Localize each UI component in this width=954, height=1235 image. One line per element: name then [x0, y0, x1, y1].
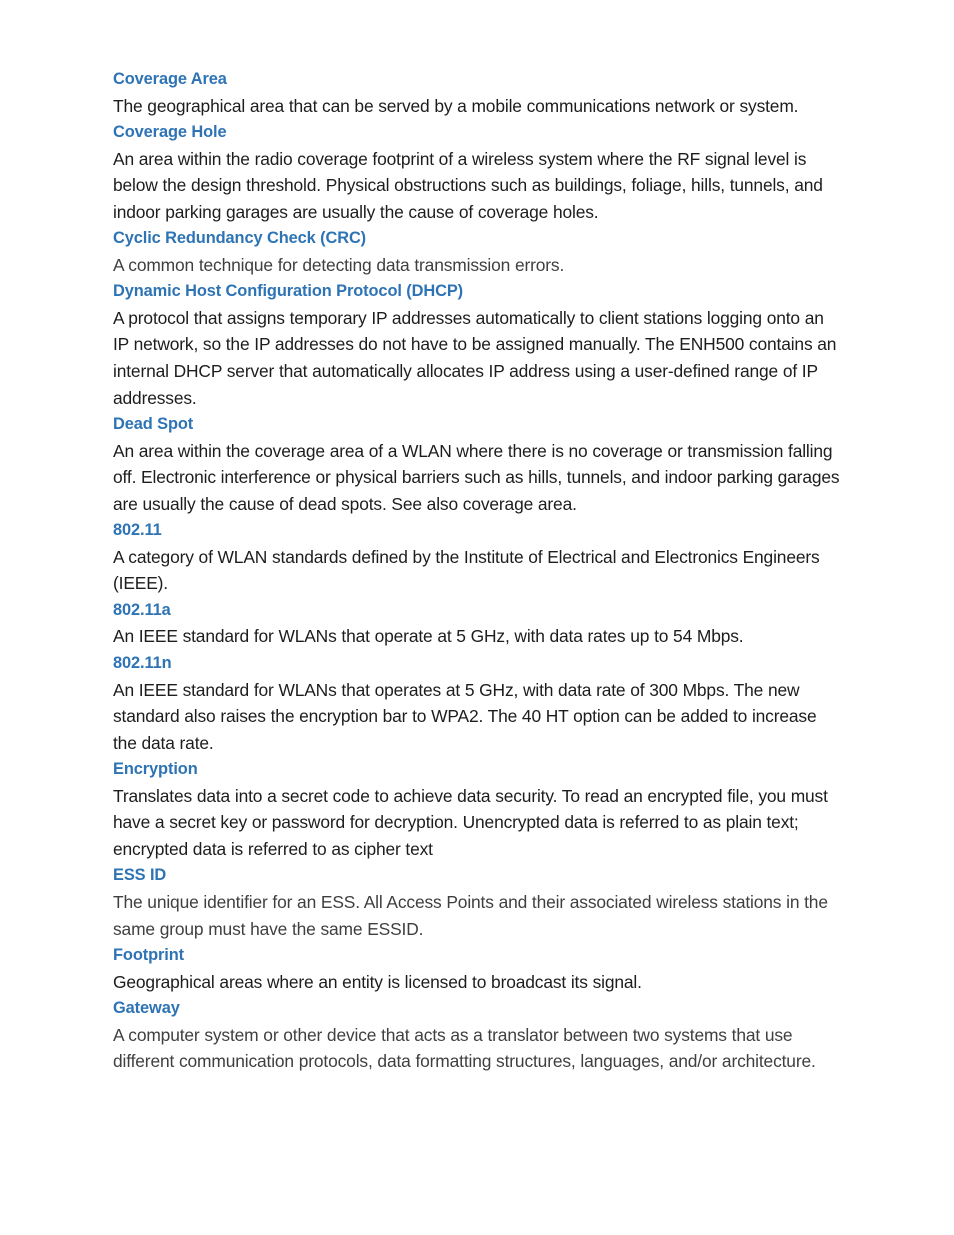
- glossary-list: Coverage Area The geographical area that…: [113, 66, 842, 1075]
- glossary-definition: Translates data into a secret code to ac…: [113, 785, 828, 859]
- glossary-definition: An IEEE standard for WLANs that operates…: [113, 679, 817, 753]
- glossary-term: ESS ID: [113, 866, 167, 885]
- glossary-term: 802.11n: [113, 654, 172, 673]
- glossary-definition: An area within the coverage area of a WL…: [113, 440, 840, 514]
- glossary-term: Dead Spot: [113, 415, 194, 434]
- glossary-definition: A protocol that assigns temporary IP add…: [113, 307, 837, 408]
- glossary-definition: An area within the radio coverage footpr…: [113, 148, 823, 222]
- glossary-definition: Geographical areas where an entity is li…: [113, 971, 642, 992]
- glossary-term: Coverage Area: [113, 70, 227, 88]
- glossary-entry: 802.11a An IEEE standard for WLANs that …: [113, 597, 842, 650]
- glossary-term: 802.11: [113, 521, 162, 540]
- glossary-entry: Encryption Translates data into a secret…: [113, 756, 842, 862]
- glossary-entry: Dynamic Host Configuration Protocol (DHC…: [113, 278, 842, 411]
- document-page: Coverage Area The geographical area that…: [0, 0, 954, 1235]
- glossary-entry: 802.11n An IEEE standard for WLANs that …: [113, 650, 842, 756]
- glossary-entry: Coverage Area The geographical area that…: [113, 66, 842, 119]
- glossary-definition: The unique identifier for an ESS. All Ac…: [113, 891, 828, 939]
- glossary-term: Encryption: [113, 760, 198, 779]
- glossary-definition: A category of WLAN standards defined by …: [113, 546, 820, 594]
- glossary-entry: Gateway A computer system or other devic…: [113, 995, 842, 1075]
- glossary-definition: A computer system or other device that a…: [113, 1024, 816, 1072]
- glossary-term: Coverage Hole: [113, 123, 227, 142]
- glossary-entry: ESS ID The unique identifier for an ESS.…: [113, 862, 842, 942]
- glossary-term: Gateway: [113, 999, 180, 1018]
- glossary-term: Cyclic Redundancy Check (CRC): [113, 229, 367, 248]
- glossary-entry: Dead Spot An area within the coverage ar…: [113, 411, 842, 517]
- glossary-entry: Cyclic Redundancy Check (CRC) A common t…: [113, 225, 842, 278]
- glossary-entry: Footprint Geographical areas where an en…: [113, 942, 842, 995]
- glossary-term: 802.11a: [113, 600, 171, 619]
- glossary-definition: The geographical area that can be served…: [113, 95, 799, 116]
- glossary-entry: 802.11 A category of WLAN standards defi…: [113, 517, 842, 597]
- glossary-definition: An IEEE standard for WLANs that operate …: [113, 626, 744, 647]
- glossary-definition: A common technique for detecting data tr…: [113, 254, 565, 275]
- glossary-term: Footprint: [113, 946, 185, 965]
- glossary-entry: Coverage Hole An area within the radio c…: [113, 119, 842, 225]
- glossary-term: Dynamic Host Configuration Protocol (DHC…: [113, 282, 464, 301]
